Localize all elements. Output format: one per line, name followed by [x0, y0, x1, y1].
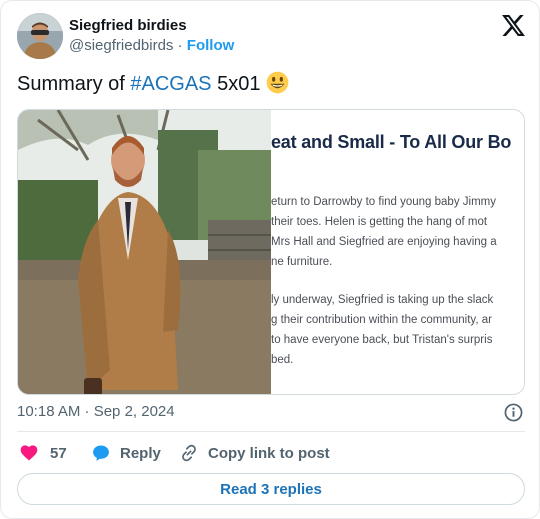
separator: · — [177, 37, 183, 54]
handle-row: @siegfriedbirds · Follow — [69, 36, 234, 56]
avatar[interactable] — [17, 13, 63, 59]
article-line: eturn to Darrowby to find young baby Jim… — [271, 196, 496, 208]
avatar-image — [17, 13, 63, 59]
hashtag-link[interactable]: #ACGAS — [130, 73, 211, 95]
post-card: Siegfried birdies @siegfriedbirds · Foll… — [0, 0, 540, 519]
info-icon[interactable] — [504, 403, 523, 422]
article-line: bed. — [271, 354, 294, 366]
read-replies-button[interactable]: Read 3 replies — [17, 473, 525, 505]
heart-icon — [20, 445, 38, 461]
display-name[interactable]: Siegfried birdies — [69, 16, 234, 36]
article-line: ly underway, Siegfried is taking up the … — [271, 294, 494, 306]
copy-link-label: Copy link to post — [208, 444, 330, 462]
article-line: g their contribution within the communit… — [271, 314, 492, 326]
article-title: eat and Small - To All Our Bo — [271, 132, 512, 152]
article-line: Mrs Hall and Siegfried are enjoying havi… — [271, 236, 497, 248]
photo-image — [18, 110, 271, 394]
reply-label: Reply — [120, 444, 161, 462]
x-logo-icon[interactable] — [502, 15, 525, 36]
handle[interactable]: @siegfriedbirds — [69, 37, 173, 54]
post-timestamp[interactable]: 10:18 AM · Sep 2, 2024 — [17, 403, 175, 420]
media-preview[interactable]: eat and Small - To All Our Bo eturn to D… — [17, 109, 525, 395]
like-button[interactable]: 57 — [19, 441, 67, 465]
copy-link-button[interactable]: Copy link to post — [179, 441, 330, 465]
reply-bubble-icon — [93, 445, 109, 461]
like-count: 57 — [50, 444, 67, 462]
article-line: their toes. Helen is getting the hang of… — [271, 216, 488, 228]
smiling-face-emoji-icon — [266, 71, 289, 94]
action-bar: 57 Reply Copy link to post — [17, 441, 525, 465]
article-preview: eat and Small - To All Our Bo eturn to D… — [271, 110, 524, 394]
post-text: Summary of #ACGAS 5x01 — [17, 71, 289, 97]
article-line: to have everyone back, but Tristan's sur… — [271, 334, 493, 346]
reply-button[interactable]: Reply — [91, 441, 161, 465]
link-icon — [182, 444, 196, 462]
divider — [17, 431, 525, 432]
post-text-suffix: 5x01 — [211, 73, 266, 95]
author-names: Siegfried birdies @siegfriedbirds · Foll… — [69, 16, 234, 56]
follow-button[interactable]: Follow — [187, 37, 235, 54]
article-line: ne furniture. — [271, 256, 333, 268]
post-text-prefix: Summary of — [17, 73, 131, 95]
post-header: Siegfried birdies @siegfriedbirds · Foll… — [17, 13, 525, 61]
